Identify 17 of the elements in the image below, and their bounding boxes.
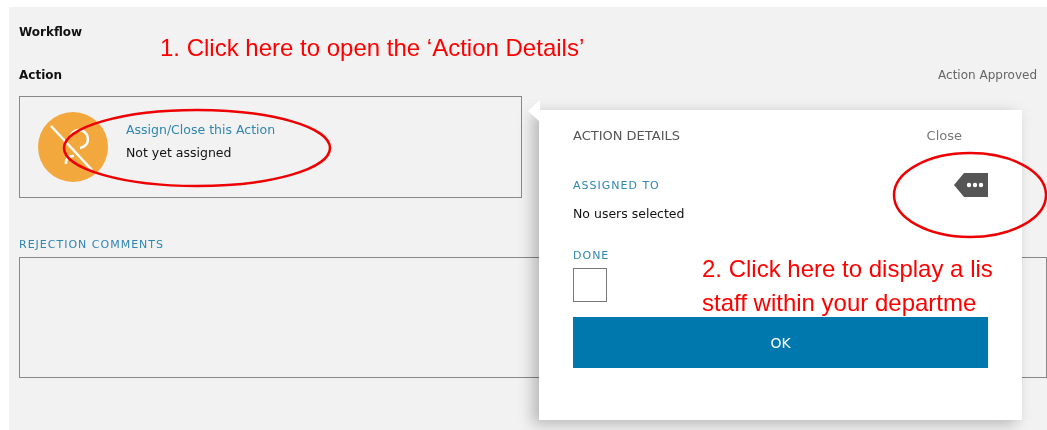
assigned-to-label: ASSIGNED TO xyxy=(573,178,660,192)
assign-close-link[interactable]: Assign/Close this Action xyxy=(126,122,276,137)
more-options-icon[interactable] xyxy=(954,173,988,197)
unassigned-user-icon xyxy=(38,112,108,182)
assignee-text: Not yet assigned xyxy=(126,145,233,160)
section-label: Action xyxy=(19,68,63,82)
workflow-title: Workflow xyxy=(19,25,83,39)
done-checkbox[interactable] xyxy=(573,268,607,302)
close-link[interactable]: Close xyxy=(926,128,962,143)
annotation-text: 2. Click here to display a lis staff within your departme xyxy=(702,254,993,318)
rejection-comments-label: REJECTION COMMENTS xyxy=(19,238,164,251)
assigned-users-text: No users selected xyxy=(573,206,685,221)
annotation-text: 1. Click here to open the ‘Action Details’ xyxy=(160,33,585,63)
status-text: Action Approved xyxy=(938,68,1037,82)
popup-title: ACTION DETAILS xyxy=(573,128,680,143)
done-label: DONE xyxy=(573,249,610,262)
ok-button[interactable]: OK xyxy=(573,317,988,368)
